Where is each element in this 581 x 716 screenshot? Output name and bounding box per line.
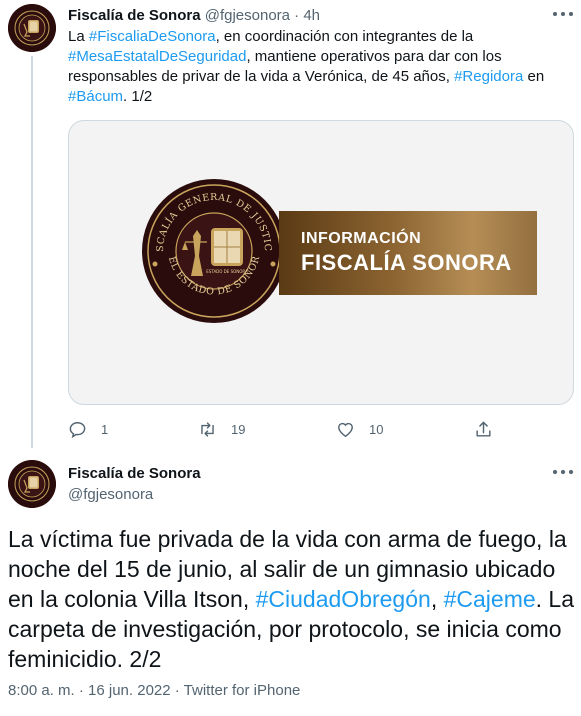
hashtag-link[interactable]: #Cajeme [444,586,536,612]
tweet-header: Fiscalía de Sonora @fgjesonora · 4h [68,6,320,26]
retweet-count: 19 [231,421,246,437]
retweet-icon [201,421,214,437]
retweet-button[interactable]: 19 [198,418,245,440]
hashtag-link[interactable]: #Bácum [68,88,123,105]
like-icon [338,422,353,437]
hashtag-link[interactable]: #CiudadObregón [256,586,431,612]
text-segment: , en coordinación con integrantes de la [215,28,474,45]
thread-line [31,56,33,448]
fiscalia-seal-icon: FISCALÍA GENERAL DE JUSTICIA DEL ESTADO … [141,178,286,323]
text-segment: en [523,68,545,85]
reply-icon [69,421,86,438]
avatar[interactable] [8,4,56,52]
text-segment: La [68,28,89,45]
separator: · [294,7,300,24]
share-button[interactable] [474,418,493,440]
like-button[interactable]: 10 [336,418,383,440]
fiscalia-logo-icon [8,460,56,508]
tweet-actions: 1 19 10 [68,418,498,440]
author-handle[interactable]: @fgjesonora [205,7,290,24]
seal-shield-text: ESTADO DE SONORA [206,269,248,274]
reply-button[interactable]: 1 [68,418,108,440]
more-icon[interactable] [553,470,573,476]
text-segment: , [430,586,444,612]
share-icon [476,421,491,437]
author-name[interactable]: Fiscalía de Sonora [68,464,201,484]
tweet-text: La #FiscaliaDeSonora, en coordinación co… [68,27,568,107]
avatar[interactable] [8,460,56,508]
fiscalia-logo-icon [8,4,56,52]
info-banner: INFORMACIÓN FISCALÍA SONORA [279,211,537,295]
banner-title-large: FISCALÍA SONORA [301,250,512,275]
text-segment: . 1/2 [123,88,153,105]
author-handle[interactable]: @fgjesonora [68,485,153,505]
tweet-text: La víctima fue privada de la vida con ar… [8,524,574,674]
hashtag-link[interactable]: #Regidora [454,68,523,85]
more-icon[interactable] [553,12,573,18]
banner-title-small: INFORMACIÓN [301,230,422,247]
tweet-meta[interactable]: 8:00 a. m. · 16 jun. 2022 · Twitter for … [8,681,300,701]
media-image[interactable]: FISCALÍA GENERAL DE JUSTICIA DEL ESTADO … [68,120,574,405]
like-count: 10 [369,421,384,437]
reply-count: 1 [101,421,109,437]
hashtag-link[interactable]: #MesaEstatalDeSeguridad [68,48,246,65]
tweet-time[interactable]: 4h [303,7,320,24]
hashtag-link[interactable]: #FiscaliaDeSonora [89,28,216,45]
author-name[interactable]: Fiscalía de Sonora [68,7,201,24]
